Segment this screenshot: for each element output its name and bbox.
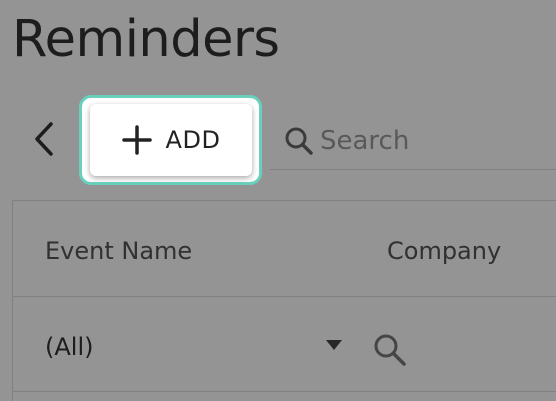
search-input[interactable]	[320, 125, 540, 156]
column-header-company[interactable]: Company	[387, 237, 501, 265]
back-button[interactable]	[26, 118, 62, 164]
filter-row: (All)	[13, 297, 556, 392]
search-icon	[284, 126, 314, 156]
search-box[interactable]	[270, 112, 556, 170]
reminders-page: Reminders Event Name Company (All)	[0, 0, 556, 401]
filter-search-icon[interactable]	[373, 333, 407, 367]
add-button[interactable]: ADD	[90, 104, 252, 176]
page-title: Reminders	[12, 10, 280, 69]
grid-header: Event Name Company	[13, 201, 556, 297]
chevron-left-icon	[33, 121, 55, 161]
add-button-label: ADD	[165, 126, 221, 154]
caret-down-icon[interactable]	[325, 339, 343, 351]
event-name-filter-value[interactable]: (All)	[45, 333, 93, 361]
column-header-event-name[interactable]: Event Name	[45, 237, 192, 265]
reminders-grid: Event Name Company (All)	[12, 200, 556, 401]
plus-icon	[121, 125, 152, 155]
